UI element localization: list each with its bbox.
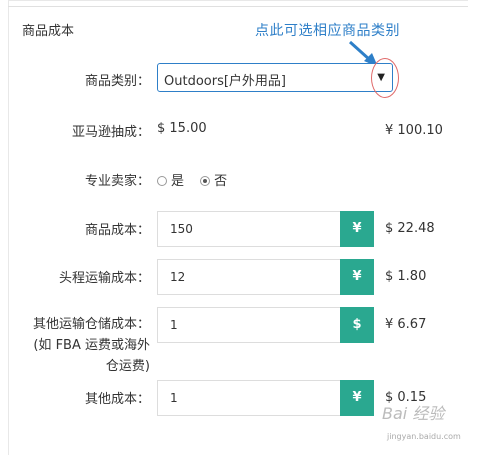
panel-top-divider — [8, 6, 468, 7]
watermark-url: jingyan.baidu.com — [387, 432, 461, 441]
product-cost-result: $ 22.48 — [385, 221, 435, 236]
other-shipping-cost-currency-button[interactable]: $ — [340, 307, 374, 343]
product-cost-input[interactable]: 150 — [157, 211, 340, 247]
other-cost-currency-button[interactable]: ¥ — [340, 380, 374, 416]
product-cost-currency-button[interactable]: ¥ — [340, 211, 374, 247]
pro-seller-no-label: 否 — [214, 174, 228, 189]
other-cost-label: 其他成本： — [84, 392, 150, 407]
amazon-fee-label: 亚马逊抽成： — [71, 125, 150, 140]
pro-seller-radio-no[interactable] — [200, 176, 211, 186]
other-shipping-cost-label-line: (如 FBA 运费或海外 — [33, 338, 150, 353]
amazon-fee-cny: ¥ 100.10 — [385, 123, 443, 138]
first-leg-cost-label: 头程运输成本： — [58, 271, 150, 286]
watermark-logo: Bai 经验 — [382, 404, 445, 423]
pro-seller-radio-yes[interactable] — [157, 176, 167, 186]
pro-seller-yes-label: 是 — [171, 174, 185, 189]
category-select-value: Outdoors[户外用品] — [164, 74, 286, 89]
other-shipping-cost-result: ¥ 6.67 — [385, 317, 427, 332]
amazon-fee-usd: $ 15.00 — [157, 121, 207, 136]
panel-top-border — [8, 0, 468, 1]
highlight-circle — [371, 58, 399, 98]
product-cost-label: 商品成本： — [84, 223, 150, 238]
category-select[interactable]: Outdoors[户外用品] ▼ — [157, 63, 393, 92]
other-shipping-cost-label-line: 仓运费) — [105, 359, 150, 374]
other-cost-input[interactable]: 1 — [157, 380, 340, 416]
first-leg-cost-currency-button[interactable]: ¥ — [340, 259, 374, 295]
panel-left-border — [8, 0, 9, 455]
other-shipping-cost-label-line: 其他运输仓储成本： — [32, 317, 150, 332]
other-shipping-cost-label: 其他运输仓储成本： (如 FBA 运费或海外 仓运费) — [14, 314, 150, 377]
annotation-callout: 点此可选相应商品类别 — [255, 23, 400, 39]
category-label: 商品类别： — [84, 74, 150, 89]
section-title: 商品成本 — [22, 24, 75, 39]
pro-seller-radio-group: 是 否 — [157, 170, 239, 189]
pro-seller-label: 专业卖家： — [84, 174, 150, 189]
first-leg-cost-input[interactable]: 12 — [157, 259, 340, 295]
other-shipping-cost-input[interactable]: 1 — [157, 307, 340, 343]
first-leg-cost-result: $ 1.80 — [385, 269, 427, 284]
